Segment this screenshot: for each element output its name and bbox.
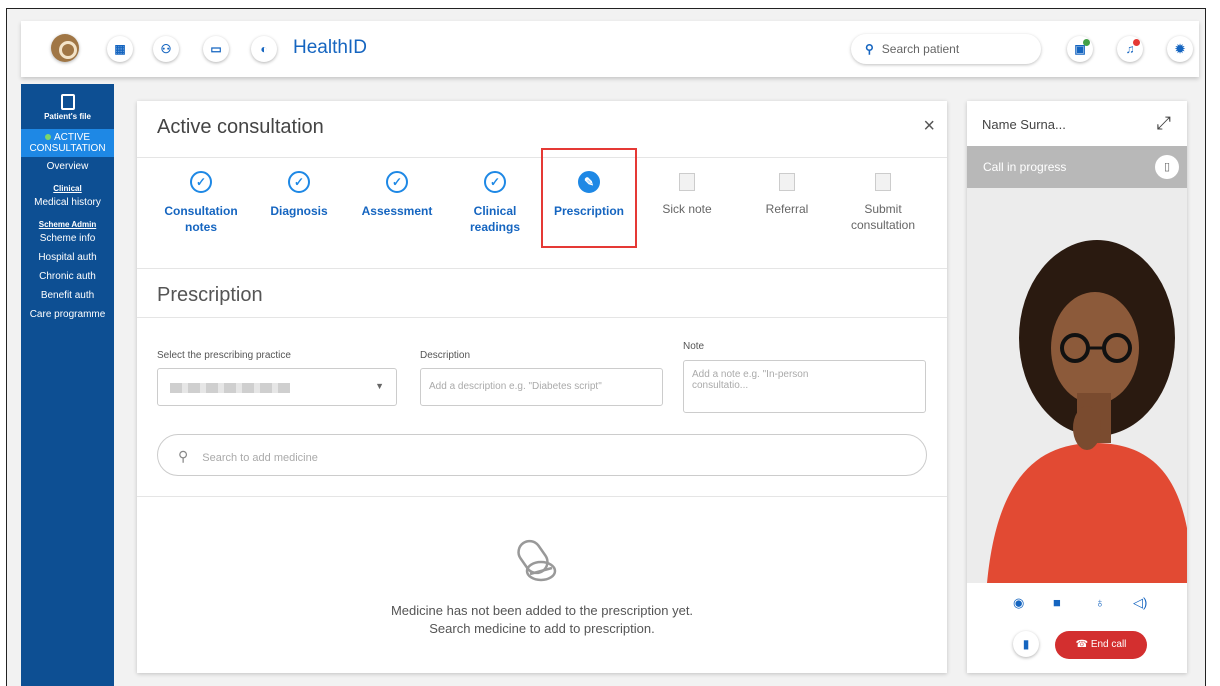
video-call-panel: Name Surna... ⤢ Call in progress ▯ ◉ ■ ♁… (967, 101, 1187, 673)
call-status-bar: Call in progress ▯ (967, 146, 1187, 188)
card-title: Active consultation (157, 116, 324, 138)
clipboard-icon[interactable]: ▣ (1067, 36, 1093, 62)
pending-icon (679, 173, 695, 191)
step-label: Referral (765, 202, 809, 216)
active-label-2: CONSULTATION (29, 143, 106, 154)
check-icon: ✓ (190, 171, 212, 193)
sidebar-head-clinical: Clinical (53, 184, 82, 193)
sidebar-item-benefit-auth[interactable]: Benefit auth (21, 286, 114, 305)
divider (137, 268, 947, 269)
consultation-card: Active consultation × ✓ Consultation note… (137, 101, 947, 673)
app-title: HealthID (293, 37, 367, 58)
pending-icon (875, 173, 891, 191)
calendar-icon[interactable]: ▦ (107, 36, 133, 62)
sidebar-head-scheme-admin: Scheme Admin (38, 220, 97, 229)
check-icon: ✓ (386, 171, 408, 193)
step-label: Sick note (662, 202, 712, 216)
check-icon: ✓ (288, 171, 310, 193)
video-person-image (967, 188, 1187, 583)
sidebar-item-care-programme[interactable]: Care programme (21, 305, 114, 324)
note-placeholder: consultatio... (692, 380, 749, 391)
bag-icon[interactable]: ◐ (251, 36, 277, 62)
expand-icon[interactable]: ⤢ (1157, 113, 1171, 134)
practice-select[interactable]: ▼ (157, 368, 397, 406)
step-label: Consultation notes (164, 204, 238, 234)
app-frame: ▦ ⚇ ▭ ◐ HealthID ⚲ Search patient ▣ ♫ ✹ P… (6, 8, 1206, 686)
end-call-button[interactable]: ☎ End call (1055, 631, 1147, 659)
step-label: Submit consultation (850, 202, 916, 232)
mobile-icon[interactable]: ▯ (1155, 155, 1179, 179)
microphone-icon[interactable]: ♁ (1095, 595, 1105, 610)
close-icon[interactable]: × (923, 115, 935, 138)
user-icon[interactable]: ◉ (1013, 595, 1024, 611)
chevron-down-icon: ▼ (375, 381, 384, 391)
medicine-search-input[interactable]: ⚲ Search to add medicine (157, 434, 927, 476)
speaker-icon[interactable]: ◁) (1133, 595, 1147, 611)
description-input[interactable]: Add a description e.g. "Diabetes script" (420, 368, 663, 406)
check-icon: ✓ (484, 171, 506, 193)
step-label: Assessment (361, 204, 433, 218)
step-label: Diagnosis (270, 204, 328, 218)
divider (137, 317, 947, 318)
pill-icon (517, 539, 557, 582)
current-step-highlight (541, 148, 637, 248)
video-feed (967, 188, 1187, 583)
step-sick-note[interactable]: Sick note (637, 171, 737, 217)
active-label-1: ACTIVE (53, 132, 91, 143)
note-placeholder: Add a note e.g. "In-person (692, 369, 809, 380)
step-assessment[interactable]: ✓ Assessment (347, 171, 447, 219)
section-title: Prescription (157, 284, 263, 306)
sidebar: Patient's file ACTIVE CONSULTATION Overvi… (21, 84, 114, 686)
sidebar-item-chronic-auth[interactable]: Chronic auth (21, 267, 114, 286)
empty-state-line1: Medicine has not been added to the presc… (390, 603, 694, 618)
search-icon: ⚲ (865, 42, 874, 56)
description-label: Description (420, 350, 471, 361)
end-call-label: End call (1090, 639, 1127, 650)
empty-state-line2: Search medicine to add to prescription. (429, 621, 655, 636)
call-status: Call in progress (983, 160, 1067, 174)
search-icon: ⚲ (178, 448, 189, 464)
device-icon[interactable]: ▮ (1013, 631, 1039, 657)
sidebar-item-overview[interactable]: Overview (21, 157, 114, 176)
group-icon[interactable]: ⚇ (153, 36, 179, 62)
settings-icon[interactable]: ✹ (1167, 36, 1193, 62)
phone-icon: ☎ (1075, 639, 1091, 650)
medicine-search-placeholder: Search to add medicine (202, 452, 318, 464)
patient-file-icon[interactable] (60, 94, 75, 110)
search-patient-input[interactable]: ⚲ Search patient (851, 34, 1041, 64)
step-label: Clinical readings (469, 204, 520, 234)
patient-name: Name Surna... (982, 117, 1066, 132)
sidebar-item-hospital-auth[interactable]: Hospital auth (21, 248, 114, 267)
camera-icon[interactable]: ■ (1053, 595, 1061, 610)
step-referral[interactable]: Referral (737, 171, 837, 217)
pending-icon (779, 173, 795, 191)
bell-icon[interactable]: ♫ (1117, 36, 1143, 62)
active-dot (44, 134, 51, 140)
step-consultation-notes[interactable]: ✓ Consultation notes (151, 171, 251, 235)
notification-dot (1133, 39, 1140, 46)
search-placeholder: Search patient (881, 42, 960, 56)
step-submit-consultation[interactable]: Submit consultation (833, 171, 933, 233)
practice-label: Select the prescribing practice (157, 350, 291, 361)
redacted-value (170, 383, 290, 393)
logo-icon[interactable] (51, 34, 79, 62)
note-label: Note (683, 341, 705, 352)
top-bar: ▦ ⚇ ▭ ◐ HealthID ⚲ Search patient ▣ ♫ ✹ (21, 21, 1199, 77)
card-icon[interactable]: ▭ (203, 36, 229, 62)
sidebar-item-medical-history[interactable]: Medical history (21, 193, 114, 212)
step-clinical-readings[interactable]: ✓ Clinical readings (445, 171, 545, 235)
step-diagnosis[interactable]: ✓ Diagnosis (249, 171, 349, 219)
sidebar-item-active-consultation[interactable]: ACTIVE CONSULTATION (21, 129, 114, 157)
sidebar-item-scheme-info[interactable]: Scheme info (21, 229, 114, 248)
sidebar-patients-file[interactable]: Patient's file (21, 112, 114, 121)
divider (137, 496, 947, 497)
status-dot (1083, 39, 1090, 46)
note-input[interactable]: Add a note e.g. "In-person consultatio... (683, 360, 926, 413)
